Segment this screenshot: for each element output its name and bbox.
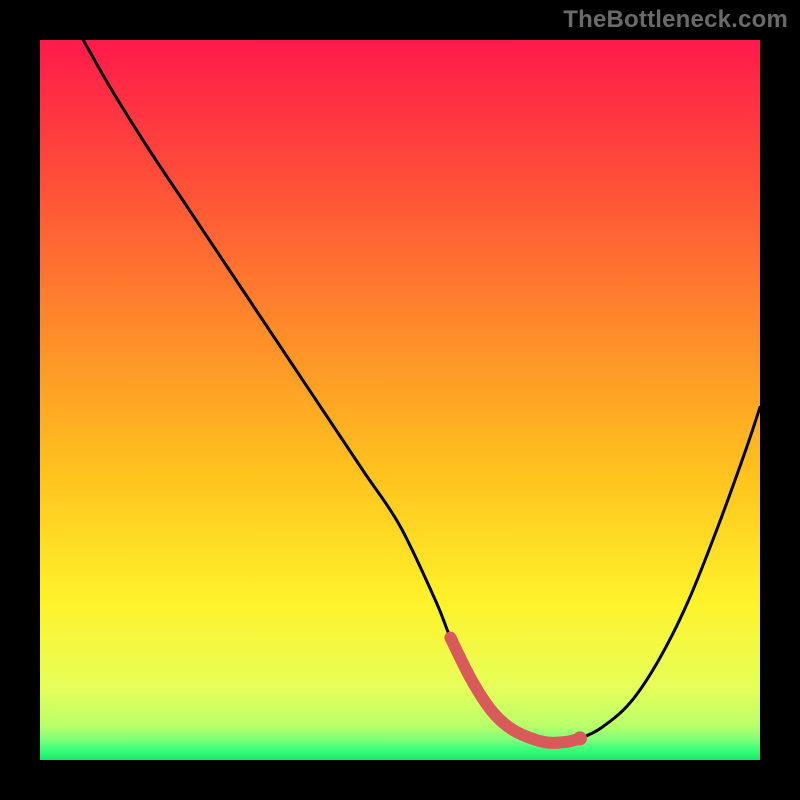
chart-svg: [40, 40, 760, 760]
chart-frame: TheBottleneck.com: [0, 0, 800, 800]
highlight-end-dot: [573, 731, 587, 745]
watermark-text: TheBottleneck.com: [563, 6, 788, 34]
plot-area: [40, 40, 760, 760]
